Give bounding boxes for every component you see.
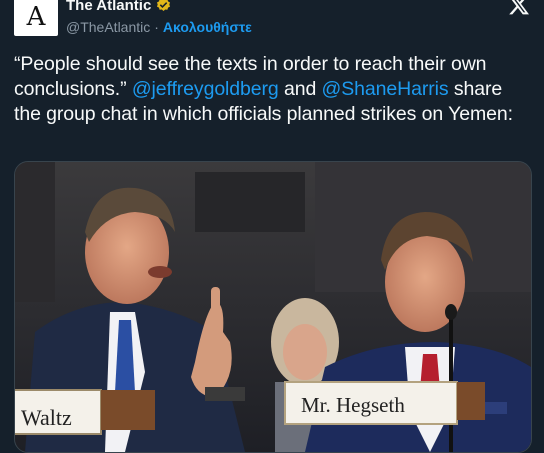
verified-badge-icon xyxy=(155,0,172,14)
placard-hegseth: Mr. Hegseth xyxy=(301,393,405,417)
account-name[interactable]: The Atlantic xyxy=(66,0,151,14)
x-logo-icon[interactable] xyxy=(508,0,530,16)
handle[interactable]: @TheAtlantic xyxy=(66,19,150,35)
handle-row: @TheAtlantic · Ακολουθήστε xyxy=(66,19,252,35)
placard-waltz: Waltz xyxy=(21,405,72,430)
tweet-text: “People should see the texts in order to… xyxy=(14,52,530,127)
follow-button[interactable]: Ακολουθήστε xyxy=(163,19,252,35)
mention-link[interactable]: @jeffreygoldberg xyxy=(132,78,279,100)
account-name-row: The Atlantic xyxy=(66,0,172,14)
separator: · xyxy=(154,19,159,35)
avatar[interactable]: A xyxy=(14,0,58,36)
avatar-letter: A xyxy=(26,2,46,32)
tweet-photo[interactable]: Waltz Mr. Hegseth xyxy=(14,161,532,453)
mention-link[interactable]: @ShaneHarris xyxy=(322,78,449,100)
tweet-text-part: and xyxy=(278,78,322,100)
